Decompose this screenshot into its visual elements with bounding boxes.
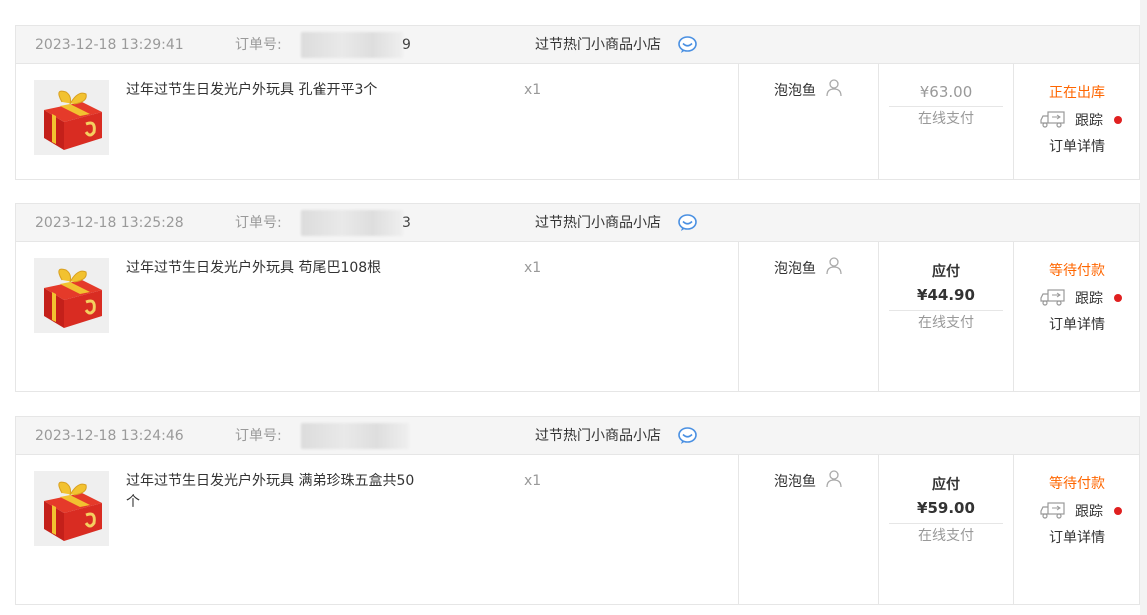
gift-box-icon[interactable]	[34, 80, 109, 155]
order-card: 2023-12-18 13:29:41 订单号: 9 过节热门小商品小店 过年过…	[15, 25, 1140, 180]
order-amount: ¥44.90	[917, 286, 975, 304]
order-number-tail: 3	[402, 215, 411, 231]
user-outline-icon[interactable]	[826, 79, 842, 97]
order-detail-link[interactable]: 订单详情	[1014, 314, 1140, 334]
order-status: 等待付款	[1049, 263, 1105, 279]
quantity: x1	[524, 82, 542, 98]
status-column: 等待付款 跟踪 订单详情	[1013, 242, 1140, 391]
order-body: 过年过节生日发光户外玩具 满弟珍珠五盒共50个 x1 泡泡鱼 应付 ¥59.00…	[16, 455, 1139, 604]
payment-column: 应付 ¥44.90 在线支付	[878, 242, 1013, 391]
shop-name-link[interactable]: 过节热门小商品小店	[535, 204, 661, 242]
order-card: 2023-12-18 13:24:46 订单号: 过节热门小商品小店 过年过节生…	[15, 416, 1140, 605]
buyer-name: 泡泡鱼	[774, 474, 816, 490]
order-detail-link[interactable]: 订单详情	[1014, 136, 1140, 156]
track-label[interactable]: 跟踪	[1075, 288, 1103, 308]
order-body: 过年过节生日发光户外玩具 孔雀开平3个 x1 泡泡鱼 ¥63.00 在线支付 正…	[16, 64, 1139, 179]
order-number-label: 订单号:	[235, 428, 282, 444]
status-column: 正在出库 跟踪 订单详情	[1013, 64, 1140, 179]
track-link[interactable]: 跟踪	[1040, 286, 1130, 308]
order-status: 等待付款	[1049, 476, 1105, 492]
chat-bubble-icon[interactable]	[678, 36, 697, 53]
shop-name-link[interactable]: 过节热门小商品小店	[535, 417, 661, 455]
truck-icon	[1040, 289, 1065, 306]
payment-method: 在线支付	[918, 111, 974, 127]
chat-bubble-icon[interactable]	[678, 427, 697, 444]
user-outline-icon[interactable]	[826, 470, 842, 488]
order-date: 2023-12-18 13:24:46	[35, 428, 184, 444]
gift-box-icon[interactable]	[34, 471, 109, 546]
track-link[interactable]: 跟踪	[1040, 108, 1130, 130]
notification-dot	[1114, 507, 1122, 515]
buyer-name: 泡泡鱼	[774, 83, 816, 99]
scroll-edge	[1140, 0, 1147, 615]
quantity: x1	[524, 260, 542, 276]
buyer-column: 泡泡鱼	[738, 64, 878, 179]
product-title-link[interactable]: 过年过节生日发光户外玩具 苟尾巴108根	[126, 258, 426, 279]
buyer-column: 泡泡鱼	[738, 242, 878, 391]
notification-dot	[1114, 294, 1122, 302]
order-number-redacted	[301, 32, 403, 58]
order-number-label: 订单号:	[235, 37, 282, 53]
order-amount: ¥59.00	[917, 499, 975, 517]
order-date: 2023-12-18 13:25:28	[35, 215, 184, 231]
truck-icon	[1040, 502, 1065, 519]
truck-icon	[1040, 111, 1065, 128]
chat-bubble-icon[interactable]	[678, 214, 697, 231]
user-outline-icon[interactable]	[826, 257, 842, 275]
shop-name-link[interactable]: 过节热门小商品小店	[535, 26, 661, 64]
order-amount: ¥63.00	[919, 83, 973, 101]
track-label[interactable]: 跟踪	[1075, 110, 1103, 130]
order-date: 2023-12-18 13:29:41	[35, 37, 184, 53]
gift-box-icon[interactable]	[34, 258, 109, 333]
amount-due-label: 应付	[932, 477, 960, 493]
order-number-redacted	[301, 423, 409, 449]
order-detail-link[interactable]: 订单详情	[1014, 527, 1140, 547]
payment-column: ¥63.00 在线支付	[878, 64, 1013, 179]
payment-method: 在线支付	[918, 315, 974, 331]
status-column: 等待付款 跟踪 订单详情	[1013, 455, 1140, 604]
order-number-redacted	[301, 210, 403, 236]
quantity: x1	[524, 473, 542, 489]
order-header: 2023-12-18 13:24:46 订单号: 过节热门小商品小店	[16, 417, 1139, 455]
notification-dot	[1114, 116, 1122, 124]
order-body: 过年过节生日发光户外玩具 苟尾巴108根 x1 泡泡鱼 应付 ¥44.90 在线…	[16, 242, 1139, 391]
payment-method: 在线支付	[918, 528, 974, 544]
order-card: 2023-12-18 13:25:28 订单号: 3 过节热门小商品小店 过年过…	[15, 203, 1140, 392]
product-title-link[interactable]: 过年过节生日发光户外玩具 满弟珍珠五盒共50个	[126, 471, 426, 513]
track-link[interactable]: 跟踪	[1040, 499, 1130, 521]
order-status: 正在出库	[1049, 85, 1105, 101]
amount-due-label: 应付	[932, 264, 960, 280]
buyer-column: 泡泡鱼	[738, 455, 878, 604]
order-header: 2023-12-18 13:25:28 订单号: 3 过节热门小商品小店	[16, 204, 1139, 242]
product-title-link[interactable]: 过年过节生日发光户外玩具 孔雀开平3个	[126, 80, 426, 101]
order-number-label: 订单号:	[235, 215, 282, 231]
track-label[interactable]: 跟踪	[1075, 501, 1103, 521]
buyer-name: 泡泡鱼	[774, 261, 816, 277]
order-header: 2023-12-18 13:29:41 订单号: 9 过节热门小商品小店	[16, 26, 1139, 64]
order-number-tail: 9	[402, 37, 411, 53]
payment-column: 应付 ¥59.00 在线支付	[878, 455, 1013, 604]
